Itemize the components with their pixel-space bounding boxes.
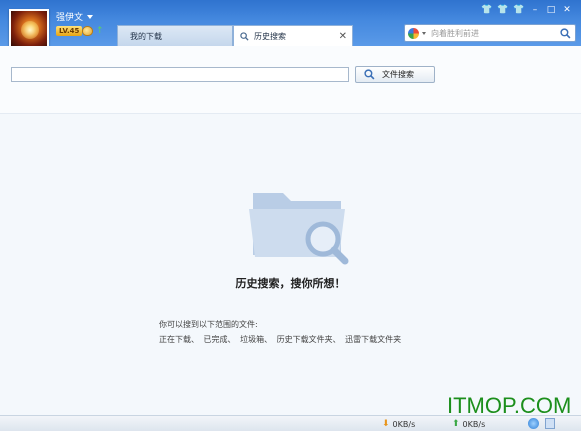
file-search-input[interactable]: [11, 67, 349, 82]
member-badge-icon[interactable]: [82, 26, 93, 36]
user-avatar[interactable]: [9, 9, 49, 49]
side-panel-icon[interactable]: [545, 418, 555, 429]
theme-icon[interactable]: 👕: [495, 3, 511, 17]
tab-my-downloads[interactable]: 我的下载: [117, 25, 233, 46]
web-search-box[interactable]: 向着胜利前进: [404, 24, 576, 42]
title-bar: 强伊文 LV.45 ↑ 我的下载 历史搜索 ✕ 👕 👕 👕 – □ ✕ 向着胜利…: [0, 0, 581, 49]
file-search-panel: 文件搜索: [0, 46, 581, 114]
upload-arrow-icon: ⬆: [452, 419, 460, 429]
level-up-arrow-icon: ↑: [96, 26, 104, 36]
avatar-glow: [21, 21, 39, 39]
close-window-button[interactable]: ✕: [559, 3, 575, 17]
upload-speed-value: 0KB/s: [462, 419, 486, 429]
maximize-button[interactable]: □: [543, 3, 559, 17]
site-watermark: ITMOP.COM: [447, 393, 572, 418]
skin-icon[interactable]: 👕: [479, 3, 495, 17]
chevron-down-icon: [87, 14, 94, 19]
username-label: 强伊文: [56, 13, 84, 23]
refresh-icon[interactable]: [528, 418, 539, 429]
web-search-placeholder: 向着胜利前进: [431, 29, 479, 38]
download-arrow-icon: ⬇: [382, 419, 390, 429]
download-speed: ⬇ 0KB/s: [382, 419, 415, 429]
upload-speed: ⬆ 0KB/s: [452, 419, 485, 429]
tab-history-search-label: 历史搜索: [254, 32, 286, 41]
username-menu[interactable]: 强伊文: [56, 10, 94, 23]
folder-search-icon: [249, 193, 349, 265]
search-icon: [364, 69, 375, 80]
tab-history-search[interactable]: 历史搜索 ✕: [233, 25, 353, 46]
download-speed-value: 0KB/s: [392, 419, 416, 429]
tab-my-downloads-label: 我的下载: [130, 32, 162, 41]
search-icon: [240, 32, 249, 41]
level-badge[interactable]: LV.45: [56, 26, 83, 36]
window-controls: 👕 👕 👕 – □ ✕: [479, 3, 575, 17]
file-search-button[interactable]: 文件搜索: [355, 66, 435, 83]
search-engine-icon[interactable]: [408, 28, 419, 39]
close-tab-icon[interactable]: ✕: [339, 26, 347, 47]
menu-icon[interactable]: 👕: [511, 3, 527, 17]
search-results-area: 历史搜索，搜你所想！ 你可以搜到以下范围的文件: 正在下载、 已完成、 垃圾箱、…: [0, 115, 581, 415]
search-scope-list: 正在下载、 已完成、 垃圾箱、 历史下载文件夹、 迅雷下载文件夹: [159, 335, 402, 344]
empty-state-title: 历史搜索，搜你所想！: [235, 277, 346, 290]
engine-dropdown-icon[interactable]: [422, 32, 426, 35]
search-scope-intro: 你可以搜到以下范围的文件:: [159, 320, 258, 329]
minimize-button[interactable]: –: [527, 3, 543, 17]
web-search-icon[interactable]: [560, 28, 571, 39]
file-search-button-label: 文件搜索: [382, 70, 414, 79]
